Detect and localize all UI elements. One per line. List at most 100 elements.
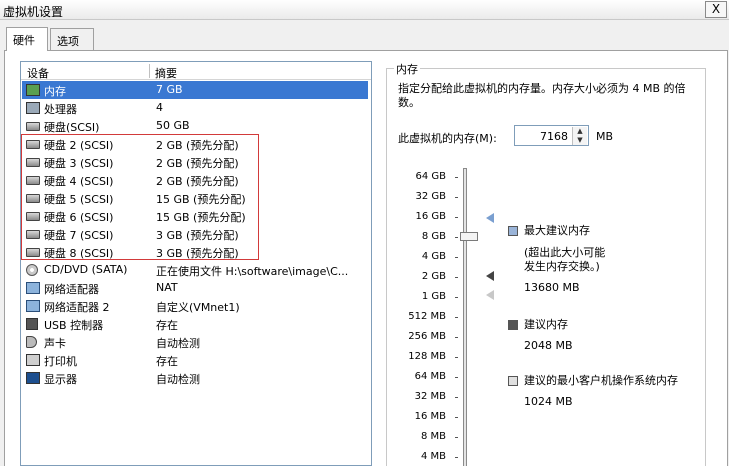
device-row[interactable]: 声卡 自动检测 (22, 333, 368, 351)
scale-label: 16 GB (415, 211, 446, 222)
scale-tick (455, 217, 458, 218)
memory-icon (26, 84, 40, 96)
device-list[interactable]: 设备 摘要 内存 7 GB 处理器 4 硬盘(SCSI) 50 GB 硬盘 2 (SCSI)… (20, 61, 372, 466)
scale-tick (455, 417, 458, 418)
device-summary: 存在 (156, 319, 178, 332)
scale-tick (455, 297, 458, 298)
device-name: 内存 (44, 85, 66, 98)
device-name: 硬盘 5 (SCSI) (44, 193, 114, 206)
device-row[interactable]: USB 控制器 存在 (22, 315, 368, 333)
recommended-legend-title: 建议内存 (524, 318, 568, 331)
device-row[interactable]: 打印机 存在 (22, 351, 368, 369)
device-summary: 正在使用文件 H:\software\image\C... (156, 265, 349, 278)
tab-hardware[interactable]: 硬件 (6, 27, 48, 51)
memory-unit-label: MB (596, 130, 614, 143)
device-name: 处理器 (44, 103, 77, 116)
recommended-legend-value: 2048 MB (524, 339, 573, 352)
scale-label: 4 GB (421, 251, 446, 262)
device-summary: 2 GB (预先分配) (156, 175, 239, 188)
device-name: 网络适配器 2 (44, 301, 110, 314)
scale-label: 64 GB (415, 171, 446, 182)
scale-tick (455, 397, 458, 398)
device-name: 硬盘 2 (SCSI) (44, 139, 114, 152)
min-recommended-marker-icon (486, 290, 494, 300)
device-summary: 3 GB (预先分配) (156, 229, 239, 242)
recommended-marker-icon (486, 271, 494, 281)
scale-tick (455, 317, 458, 318)
tab-options[interactable]: 选项 (50, 28, 94, 50)
max-legend-note-2: 发生内存交换。) (524, 260, 600, 273)
usb-icon (26, 318, 38, 330)
device-row[interactable]: 网络适配器 NAT (22, 279, 368, 297)
device-row[interactable]: 硬盘(SCSI) 50 GB (22, 117, 368, 135)
memory-slider-track[interactable] (463, 168, 467, 466)
column-divider[interactable] (149, 64, 150, 78)
memory-field-label: 此虚拟机的内存(M): (398, 132, 497, 145)
column-summary[interactable]: 摘要 (155, 65, 177, 81)
min-legend-icon (508, 376, 518, 386)
scale-label: 8 MB (420, 431, 446, 442)
device-row[interactable]: CD/DVD (SATA) 正在使用文件 H:\software\image\C.… (22, 261, 368, 279)
device-row[interactable]: 硬盘 4 (SCSI) 2 GB (预先分配) (22, 171, 368, 189)
device-summary: 2 GB (预先分配) (156, 157, 239, 170)
device-row[interactable]: 内存 7 GB (22, 81, 368, 99)
device-summary: 自动检测 (156, 337, 200, 350)
device-name: 声卡 (44, 337, 66, 350)
min-legend-title: 建议的最小客户机操作系统内存 (524, 374, 678, 387)
scale-tick (455, 197, 458, 198)
hard-disk-icon (26, 122, 40, 131)
device-summary: NAT (156, 281, 178, 294)
scale-tick (455, 457, 458, 458)
device-summary: 3 GB (预先分配) (156, 247, 239, 260)
device-list-header: 设备 摘要 (21, 62, 371, 80)
spin-down-icon[interactable]: ▼ (572, 136, 587, 145)
scale-label: 2 GB (421, 271, 446, 282)
memory-spinner[interactable]: 7168 ▲ ▼ (514, 125, 589, 146)
scale-tick (455, 437, 458, 438)
sound-card-icon (26, 336, 37, 348)
device-row[interactable]: 处理器 4 (22, 99, 368, 117)
device-row[interactable]: 显示器 自动检测 (22, 369, 368, 387)
device-row[interactable]: 网络适配器 2 自定义(VMnet1) (22, 297, 368, 315)
device-row[interactable]: 硬盘 5 (SCSI) 15 GB (预先分配) (22, 189, 368, 207)
close-button[interactable]: X (705, 1, 727, 18)
recommended-legend-icon (508, 320, 518, 330)
scale-label: 256 MB (408, 331, 446, 342)
device-row[interactable]: 硬盘 6 (SCSI) 15 GB (预先分配) (22, 207, 368, 225)
printer-icon (26, 354, 40, 366)
hard-disk-icon (26, 230, 40, 239)
device-name: 硬盘 3 (SCSI) (44, 157, 114, 170)
device-summary: 15 GB (预先分配) (156, 211, 246, 224)
device-row[interactable]: 硬盘 8 (SCSI) 3 GB (预先分配) (22, 243, 368, 261)
network-adapter-icon (26, 282, 40, 294)
memory-slider-thumb[interactable] (460, 232, 478, 241)
device-summary: 7 GB (156, 83, 183, 96)
device-summary: 50 GB (156, 119, 190, 132)
device-name: 硬盘 8 (SCSI) (44, 247, 114, 260)
scale-label: 32 GB (415, 191, 446, 202)
device-name: 硬盘 4 (SCSI) (44, 175, 114, 188)
column-device[interactable]: 设备 (27, 65, 49, 81)
device-name: USB 控制器 (44, 319, 104, 332)
device-name: 网络适配器 (44, 283, 99, 296)
device-row[interactable]: 硬盘 2 (SCSI) 2 GB (预先分配) (22, 135, 368, 153)
hard-disk-icon (26, 140, 40, 149)
device-summary: 自动检测 (156, 373, 200, 386)
memory-group-title: 内存 (394, 61, 420, 77)
scale-label: 8 GB (421, 231, 446, 242)
max-legend-icon (508, 226, 518, 236)
device-summary: 存在 (156, 355, 178, 368)
memory-value-input[interactable]: 7168 (540, 130, 568, 143)
hard-disk-icon (26, 176, 40, 185)
min-legend-value: 1024 MB (524, 395, 573, 408)
scale-tick (455, 337, 458, 338)
title-bar: 虚拟机设置 X (0, 0, 729, 20)
device-row[interactable]: 硬盘 3 (SCSI) 2 GB (预先分配) (22, 153, 368, 171)
device-row[interactable]: 硬盘 7 (SCSI) 3 GB (预先分配) (22, 225, 368, 243)
device-summary: 15 GB (预先分配) (156, 193, 246, 206)
scale-label: 16 MB (414, 411, 446, 422)
spin-up-icon[interactable]: ▲ (572, 127, 587, 136)
display-icon (26, 372, 40, 384)
device-summary: 自定义(VMnet1) (156, 301, 240, 314)
memory-description: 指定分配给此虚拟机的内存量。内存大小必须为 4 MB 的倍数。 (398, 82, 686, 109)
